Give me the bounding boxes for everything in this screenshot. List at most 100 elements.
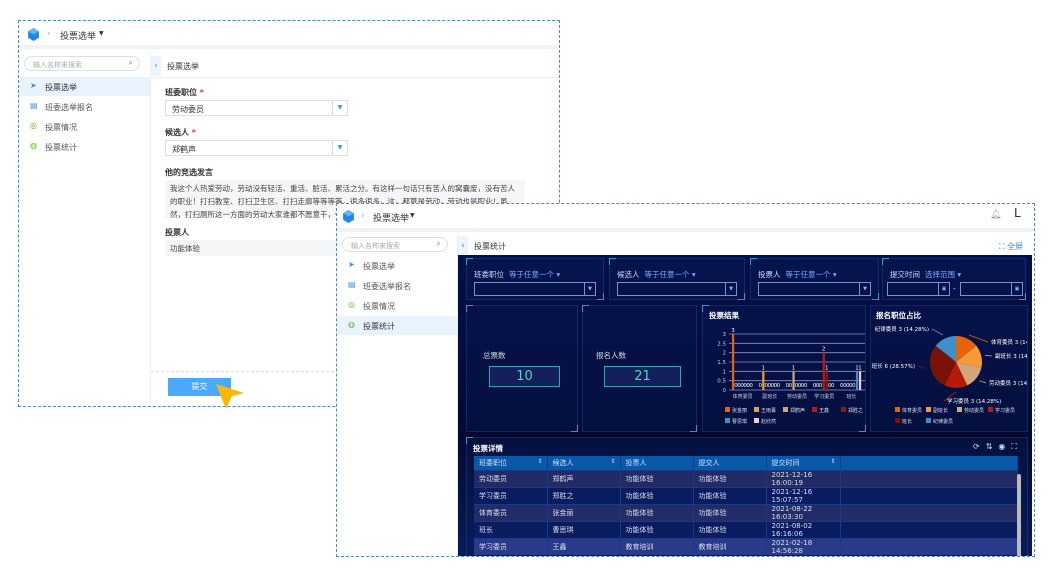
- chevron-down-icon[interactable]: ▼: [99, 30, 104, 37]
- bell-icon[interactable]: 🔔︎: [990, 210, 1001, 220]
- fullscreen-button[interactable]: ⛶ 全屏: [999, 241, 1023, 252]
- chevron-down-icon: ▼: [584, 283, 595, 295]
- sidebar-item-0[interactable]: ➤ 投票选举: [19, 77, 150, 96]
- table-cell: 功能体验: [620, 486, 694, 504]
- table-cell: 郑胜之: [547, 486, 621, 504]
- chevron-down-icon: ▼: [725, 283, 736, 295]
- fullscreen-icon: ⛶: [999, 242, 1005, 251]
- search-icon[interactable]: ⌕: [129, 58, 133, 68]
- filter-select[interactable]: ▼: [758, 282, 871, 296]
- sidebar-item-0[interactable]: ➤ 投票选举: [337, 256, 457, 275]
- filter-operator-dropdown[interactable]: 等于任意一个 ▾: [786, 270, 837, 279]
- sidebar-item-1[interactable]: ▤ 班委选举报名: [19, 97, 150, 116]
- position-select[interactable]: 劳动委员 ▼: [165, 100, 348, 116]
- sort-icon[interactable]: ⇕: [830, 458, 835, 465]
- table-cell: 学习委员: [474, 537, 548, 555]
- candidate-select[interactable]: 郑鹤声 ▼: [165, 140, 348, 156]
- table-cell: 教育培训: [620, 537, 694, 555]
- column-header[interactable]: 班委职位 ⇕: [474, 456, 548, 470]
- document-icon: ▤: [30, 101, 38, 110]
- sidebar-item-2[interactable]: ◎ 投票情况: [19, 117, 150, 136]
- data-label: 2: [822, 347, 826, 353]
- vote-statistics-window: › 投票选举 ▼ 🔔︎ L 输入名称来搜索 ⌕ ➤ 投票选举 ▤ 班委选举报名 ◎ 投票情况…: [336, 203, 1035, 557]
- fullscreen-icon[interactable]: ⛶: [1011, 442, 1023, 451]
- legend-swatch: [754, 418, 759, 423]
- stat-panel-total-votes: 总票数 10: [466, 305, 578, 432]
- pie-chart: 体育委员 3 (14.29%) 副班长 3 (14.29%) 劳动委员 3 (14.…: [872, 325, 1028, 425]
- breadcrumb-current[interactable]: 投票选举: [373, 211, 409, 224]
- pie-chart-panel: 报名职位占比 体育委员 3 (14.29%)副班长 3 (14.29%)劳动委员…: [870, 305, 1028, 432]
- column-header[interactable]: 提交人: [693, 456, 767, 470]
- legend-swatch: [926, 407, 931, 412]
- sort-icon[interactable]: ⇕: [537, 458, 542, 465]
- date-start-input[interactable]: ▣: [887, 282, 950, 296]
- data-label: 0: [831, 383, 835, 389]
- stat-value: 21: [604, 366, 681, 387]
- table-scrollbar[interactable]: [1017, 474, 1021, 556]
- search-icon[interactable]: ⌕: [437, 239, 441, 249]
- legend-label: 班长: [902, 418, 912, 425]
- filter-operator-dropdown[interactable]: 等于任意一个 ▾: [509, 270, 560, 279]
- table-cell: 功能体验: [693, 469, 767, 487]
- breadcrumb-current[interactable]: 投票选举: [60, 29, 96, 42]
- table-row[interactable]: 学习委员 郑胜之 功能体验 功能体验 2021-12-16 15:07:57: [474, 486, 1018, 504]
- table-row[interactable]: 班长 曹思琪 功能体验 功能体验 2021-08-02 16:16:06: [474, 520, 1018, 538]
- table-cell: 功能体验: [693, 520, 767, 538]
- table-row[interactable]: 劳动委员 郑鹤声 功能体验 功能体验 2021-12-16 16:00:19: [474, 469, 1018, 487]
- table-cell: 王鑫: [547, 537, 621, 555]
- sidebar-search-input[interactable]: 输入名称来搜索 ⌕: [24, 56, 140, 71]
- slice-label: 劳动委员 3 (14.29%): [989, 379, 1028, 387]
- legend-swatch: [812, 407, 817, 412]
- slice-label: 班长 6 (28.57%): [872, 362, 915, 370]
- sidebar-item-1[interactable]: ▤ 班委选举报名: [337, 276, 457, 295]
- label-line: [979, 380, 987, 384]
- data-label: 1: [792, 365, 796, 371]
- filter-select[interactable]: ▼: [617, 282, 737, 296]
- sidebar-item-2[interactable]: ◎ 投票情况: [337, 296, 457, 315]
- dashboard: 班委职位 等于任意一个 ▾ ▼ 候选人 等于任意一个 ▾ ▼ 投票人 等于任意一个 ▾ ▼ 提交时…: [458, 255, 1032, 556]
- sort-icon[interactable]: ⇕: [610, 458, 615, 465]
- sidebar-item-label: 投票选举: [45, 83, 77, 92]
- collapse-button[interactable]: ‹: [458, 236, 468, 256]
- target-icon: ◎: [348, 300, 355, 309]
- label-line: [985, 354, 993, 357]
- sidebar-item-3[interactable]: ◍ 投票统计: [19, 137, 150, 156]
- table-cell: 2021-08-02 16:16:06: [766, 520, 841, 538]
- filter-operator-dropdown[interactable]: 等于任意一个 ▾: [645, 270, 696, 279]
- chart-icon: ◍: [348, 320, 355, 329]
- legend-label: 劳动委员: [964, 407, 984, 414]
- sidebar-item-3[interactable]: ◍ 投票统计: [337, 316, 457, 335]
- legend-label: 郑胜之: [848, 407, 863, 414]
- collapse-button[interactable]: ‹: [151, 56, 161, 76]
- filter-select[interactable]: ▼: [474, 282, 596, 296]
- y-tick-label: 1.5: [717, 360, 726, 366]
- sort-icon[interactable]: ⇅: [986, 442, 999, 451]
- column-header[interactable]: 提交时间 ⇕: [766, 456, 841, 470]
- filter-operator-dropdown[interactable]: 选择范围 ▾: [925, 270, 961, 279]
- table-row[interactable]: 学习委员 王鑫 教育培训 教育培训 2021-02-18 14:56:28: [474, 537, 1018, 555]
- filter-panel: 候选人 等于任意一个 ▾ ▼: [609, 258, 745, 300]
- data-label: 0: [804, 383, 808, 389]
- x-tick-label: 劳动委员: [787, 393, 807, 400]
- column-header[interactable]: 候选人 ⇕: [547, 456, 621, 470]
- position-label: 班委职位 *: [165, 88, 204, 97]
- eye-icon[interactable]: ◉: [998, 442, 1011, 451]
- bar-chart-panel: 投票结果 0 0.5 1 1.5 2 2.5 3 体育委员 3 0 0 0 0 0 0 副班长 0 1 0 0 0 0 0 劳…: [702, 305, 866, 432]
- table-row[interactable]: 体育委员 张金丽 功能体验 功能体验 2021-08-22 16:03:30: [474, 503, 1018, 521]
- date-end-input[interactable]: ▣: [960, 282, 1023, 296]
- user-avatar-icon[interactable]: L: [1014, 206, 1021, 220]
- legend-label: 学习委员: [995, 407, 1015, 414]
- bar-chart: 00.511.522.53体育委员30 0 0 0 0 0副班长010 0 0 0 0劳动委员0 0…: [717, 328, 865, 425]
- label-line: [917, 365, 927, 370]
- voter-field: 功能体验: [165, 240, 355, 256]
- vote-detail-table: 班委职位 ⇕ 候选人 ⇕ 投票人 提交人 提交时间 ⇕ 劳动委员 郑鹤声 功能体验 功能体验 2021-…: [474, 456, 1018, 555]
- sidebar-search-input[interactable]: 输入名称来搜索 ⌕: [342, 237, 448, 252]
- table-cell: 体育委员: [474, 503, 548, 521]
- column-header[interactable]: 投票人: [620, 456, 694, 470]
- chevron-down-icon[interactable]: ▼: [410, 212, 415, 219]
- legend-swatch: [926, 418, 931, 423]
- legend-swatch: [783, 407, 788, 412]
- stat-value: 10: [489, 366, 560, 387]
- data-label: 3: [731, 328, 735, 334]
- refresh-icon[interactable]: ⟳: [973, 442, 986, 451]
